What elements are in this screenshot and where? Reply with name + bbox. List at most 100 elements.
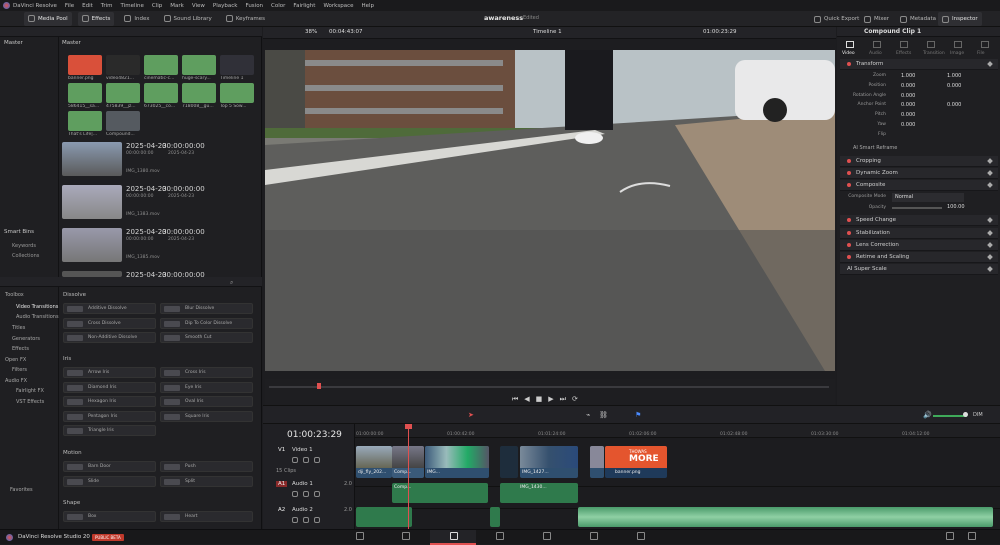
section-enable-dot[interactable]	[847, 183, 851, 187]
transform-section[interactable]: Transform	[840, 59, 998, 70]
menu-davinci[interactable]: DaVinci Resolve	[13, 3, 57, 9]
param-x-value[interactable]: 1.000	[901, 73, 915, 79]
viewer-frame[interactable]	[265, 50, 835, 371]
track-id[interactable]: V1	[276, 447, 287, 453]
viewer-playhead[interactable]	[317, 383, 321, 389]
effects-tree-item[interactable]: Titles	[12, 325, 25, 331]
param-x-value[interactable]: 0.000	[901, 122, 915, 128]
effect-item[interactable]: Smooth Cut	[160, 332, 253, 343]
cropping-section[interactable]: Cropping	[840, 156, 998, 167]
effect-item[interactable]: Square Iris	[160, 410, 253, 422]
banner-clip[interactable]: THOWAS MORE banner.png	[605, 446, 667, 478]
smart-bin-collections[interactable]: Collections	[12, 253, 39, 259]
smart-bin-keywords[interactable]: Keywords	[12, 243, 36, 249]
keyframe-diamond-icon[interactable]	[987, 242, 993, 248]
project-settings-icon[interactable]	[968, 532, 976, 540]
effect-item[interactable]: Dip To Color Dissolve	[160, 317, 253, 329]
video-clip-5[interactable]: IMG_1427...	[520, 446, 578, 478]
effect-item[interactable]: Diamond Iris	[63, 381, 156, 393]
effect-item[interactable]: Triangle Iris	[63, 425, 156, 436]
effects-tree-item[interactable]: Video Transitions	[16, 304, 58, 310]
param-y-value[interactable]: 1.000	[947, 73, 961, 79]
keyframe-diamond-icon[interactable]	[987, 182, 993, 188]
media-thumb[interactable]	[144, 83, 178, 103]
track-lock-icon[interactable]	[292, 491, 298, 497]
menu-mark[interactable]: Mark	[170, 3, 184, 9]
track-auto-select-icon[interactable]	[303, 491, 309, 497]
effect-item[interactable]: Slide	[63, 475, 156, 487]
edit-page-icon[interactable]	[450, 532, 458, 540]
inspector-tab[interactable]: Image	[950, 51, 964, 56]
timeline-selector[interactable]: Timeline 1	[533, 29, 562, 35]
media-thumb[interactable]	[220, 55, 254, 75]
media-thumb[interactable]	[182, 83, 216, 103]
metadata-button[interactable]: Metadata	[896, 12, 940, 26]
dynamic-zoom-section[interactable]: Dynamic Zoom	[840, 168, 998, 179]
inspector-section[interactable]: AI Super Scale	[840, 264, 998, 275]
inspector-section[interactable]: Retime and Scaling	[840, 252, 998, 263]
quick-export-button[interactable]: Quick Export	[810, 12, 863, 26]
effect-item[interactable]: Cross Dissolve	[63, 317, 156, 329]
inspector-section[interactable]: Lens Correction	[840, 240, 998, 251]
media-page-icon[interactable]	[356, 532, 364, 540]
param-x-value[interactable]: 0.000	[901, 93, 915, 99]
param-y-value[interactable]: 0.000	[947, 102, 961, 108]
media-pool-button[interactable]: Media Pool	[24, 11, 72, 26]
fairlight-page-icon[interactable]	[590, 532, 598, 540]
dim-button[interactable]: DIM	[973, 412, 983, 418]
clip-thumbnail[interactable]	[62, 228, 122, 262]
media-thumb[interactable]	[68, 55, 102, 75]
link-icon[interactable]: ⛓	[599, 411, 608, 419]
effects-tree-item[interactable]: Toolbox	[5, 292, 24, 298]
effects-search-icon[interactable]: ⌕	[230, 279, 233, 287]
keyframe-diamond-icon[interactable]	[987, 217, 993, 223]
effect-item[interactable]: Blur Dissolve	[160, 303, 253, 314]
menu-view[interactable]: View	[192, 3, 205, 9]
transport-controls[interactable]: ⏮◀■▶⏭⟳	[512, 395, 584, 404]
effect-item[interactable]: Box	[63, 511, 156, 522]
video-clip-6[interactable]	[590, 446, 604, 478]
clip-thumbnail[interactable]	[62, 142, 122, 176]
inspector-tab[interactable]: Video	[842, 51, 855, 56]
favorites-header[interactable]: Favorites	[10, 487, 33, 493]
audio-clip-2[interactable]: IMG_1430...	[500, 483, 578, 503]
effect-item[interactable]: Oval Iris	[160, 396, 253, 407]
menu-timeline[interactable]: Timeline	[121, 3, 144, 9]
snap-icon[interactable]: ⌁	[586, 411, 590, 419]
media-thumb[interactable]	[106, 111, 140, 131]
project-manager-icon[interactable]	[946, 532, 954, 540]
effect-item[interactable]: Pentagon Iris	[63, 410, 156, 422]
inspector-tab[interactable]: File	[977, 51, 985, 56]
menu-color[interactable]: Color	[271, 3, 285, 9]
viewer-scrubber[interactable]	[269, 386, 829, 388]
volume-icon[interactable]: 🔊	[923, 411, 932, 419]
clip-thumbnail[interactable]	[62, 185, 122, 219]
sound-library-button[interactable]: Sound Library	[160, 12, 216, 26]
timeline-playhead[interactable]	[408, 424, 409, 529]
param-x-value[interactable]: 0.000	[901, 112, 915, 118]
section-enable-dot[interactable]	[847, 171, 851, 175]
param-y-value[interactable]: 0.000	[947, 83, 961, 89]
menu-workspace[interactable]: Workspace	[323, 3, 353, 9]
media-thumb[interactable]	[220, 83, 254, 103]
effect-item[interactable]: Split	[160, 475, 253, 487]
ai-smart-reframe[interactable]: AI Smart Reframe	[853, 145, 897, 151]
effects-tree-item[interactable]: VST Effects	[16, 399, 44, 405]
effects-tree-item[interactable]: Fairlight FX	[16, 388, 44, 394]
effect-item[interactable]: Non-Additive Dissolve	[63, 332, 156, 343]
effect-item[interactable]: Eye Iris	[160, 381, 253, 393]
composite-section[interactable]: Composite	[840, 180, 998, 191]
effect-item[interactable]: Heart	[160, 511, 253, 522]
menu-fairlight[interactable]: Fairlight	[293, 3, 315, 9]
effects-tree-item[interactable]: Audio Transitions	[16, 314, 59, 320]
inspector-tab[interactable]: Effects	[896, 51, 911, 56]
track-auto-select-icon[interactable]	[303, 517, 309, 523]
video-clip-3[interactable]: IMG...	[425, 446, 489, 478]
keyframe-diamond-icon[interactable]	[987, 61, 993, 67]
media-thumb[interactable]	[144, 55, 178, 75]
track-mute-icon[interactable]	[314, 491, 320, 497]
effects-tree-item[interactable]: Generators	[12, 336, 40, 342]
keyframe-diamond-icon[interactable]	[987, 158, 993, 164]
keyframe-diamond-icon[interactable]	[987, 266, 993, 272]
param-x-value[interactable]: 0.000	[901, 102, 915, 108]
